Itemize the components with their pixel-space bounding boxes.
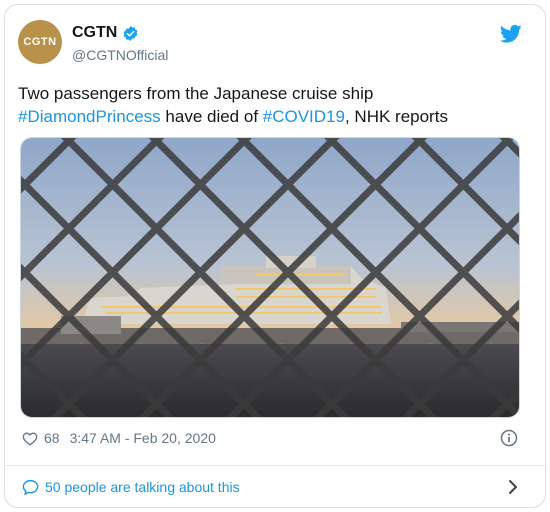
tweet-text-mid: have died of: [160, 107, 263, 126]
hashtag-diamondprincess[interactable]: #DiamondPrincess: [18, 107, 161, 126]
verified-badge-icon: [123, 25, 138, 41]
info-icon[interactable]: [500, 429, 518, 447]
tweet-timestamp[interactable]: 3:47 AM - Feb 20, 2020: [70, 430, 216, 446]
avatar[interactable]: CGTN: [18, 20, 62, 64]
tweet-text-line1: Two passengers from the Japanese cruise …: [18, 84, 374, 103]
divider: [4, 465, 546, 466]
chevron-right-icon[interactable]: [508, 479, 518, 495]
tweet-text: Two passengers from the Japanese cruise …: [18, 82, 523, 128]
conversation-link[interactable]: 50 people are talking about this: [22, 479, 240, 495]
author-name[interactable]: CGTN: [72, 24, 117, 42]
twitter-bird-icon[interactable]: [500, 24, 522, 44]
like-count[interactable]: 68: [44, 430, 60, 446]
author-name-row[interactable]: CGTN: [72, 24, 139, 42]
tweet-photo[interactable]: [20, 137, 520, 418]
tweet-meta: 68 3:47 AM - Feb 20, 2020: [22, 430, 216, 446]
speech-bubble-icon: [22, 479, 39, 495]
cruise-ship-photo: [21, 138, 519, 417]
hashtag-covid19[interactable]: #COVID19: [263, 107, 345, 126]
heart-icon[interactable]: [22, 431, 38, 446]
talking-text[interactable]: 50 people are talking about this: [45, 479, 240, 495]
author-handle[interactable]: @CGTNOfficial: [72, 47, 168, 63]
tweet-text-end: , NHK reports: [344, 107, 448, 126]
